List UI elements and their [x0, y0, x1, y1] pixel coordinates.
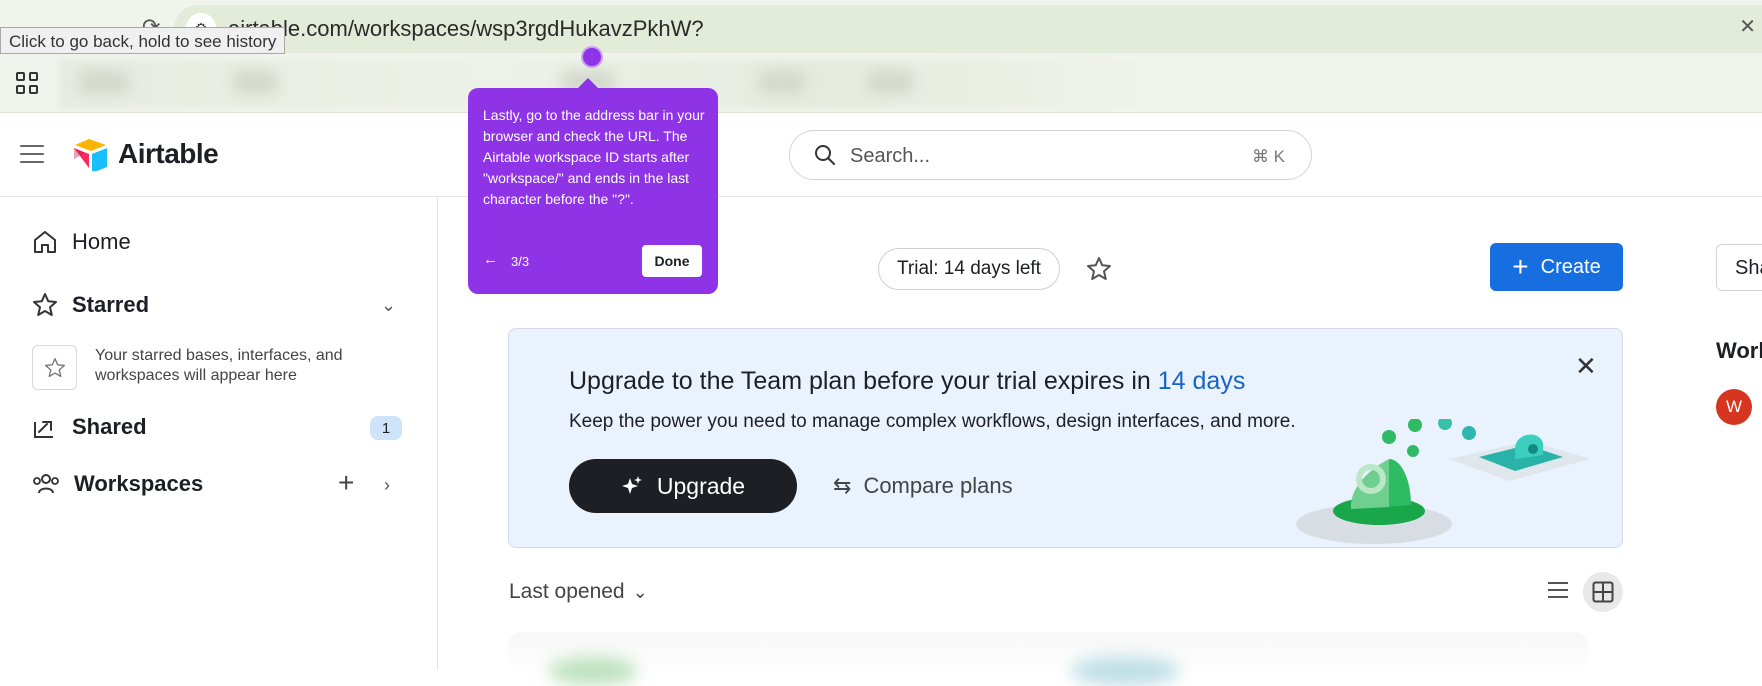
star-outline-icon [44, 357, 65, 377]
home-icon [34, 231, 56, 253]
menu-icon[interactable] [20, 145, 44, 163]
users-icon [33, 474, 59, 494]
create-button[interactable]: + Create [1490, 243, 1623, 291]
share-arrow-icon [34, 421, 53, 438]
search-placeholder: Search... [850, 145, 931, 167]
avatar[interactable]: W [1716, 389, 1752, 425]
guide-popover: Lastly, go to the address bar in your br… [468, 78, 718, 294]
sidebar-item-label: Shared [72, 414, 147, 439]
sidebar-item-home[interactable]: Home [32, 229, 131, 255]
banner-subtitle: Keep the power you need to manage comple… [569, 411, 1296, 432]
trial-badge[interactable]: Trial: 14 days left [878, 248, 1060, 290]
swap-arrows-icon: ⇆ [833, 473, 852, 498]
blurred-bookmark [758, 70, 806, 94]
back-button-tooltip: Click to go back, hold to see history [0, 27, 286, 54]
grid-view-icon[interactable] [1583, 572, 1623, 612]
guide-step-counter: 3/3 [511, 254, 530, 269]
chevron-down-icon[interactable]: ⌄ [381, 295, 396, 316]
guide-pointer-dot [581, 46, 603, 68]
blurred-base-card[interactable] [1070, 656, 1180, 686]
add-workspace-icon[interactable]: + [338, 469, 354, 497]
share-button[interactable]: Sha [1716, 244, 1762, 291]
blurred-bookmark [232, 70, 278, 94]
compare-plans-button[interactable]: ⇆ Compare plans [833, 473, 1013, 499]
app-header: Airtable Search... ⌘ K [0, 113, 1762, 197]
sort-label: Last opened [509, 580, 625, 603]
banner-title-text: Upgrade to the Team plan before your tri… [569, 367, 1158, 395]
banner-illustration [1296, 419, 1591, 544]
airtable-logo[interactable]: Airtable [72, 137, 219, 171]
sidebar-item-label: Home [72, 229, 131, 254]
guide-done-button[interactable]: Done [642, 245, 702, 277]
sidebar-item-starred[interactable]: Starred [32, 292, 149, 318]
clear-url-icon[interactable]: ✕ [1739, 14, 1756, 39]
close-icon[interactable]: ✕ [1575, 353, 1597, 379]
sidebar-item-workspaces[interactable]: Workspaces [32, 471, 203, 497]
create-label: Create [1540, 255, 1601, 278]
empty-starred-placeholder [32, 345, 77, 390]
airtable-logo-icon [74, 139, 107, 171]
base-cards-row [508, 632, 1588, 672]
sort-dropdown[interactable]: Last opened ⌄ [509, 580, 648, 604]
sidebar-item-shared[interactable]: Shared [32, 414, 147, 440]
sidebar: Home Starred ⌄ Your starred bases, inter… [0, 197, 438, 670]
compare-label: Compare plans [863, 473, 1013, 498]
search-icon [815, 145, 835, 165]
blurred-bookmark [78, 70, 130, 94]
search-bar[interactable]: Search... ⌘ K [789, 130, 1312, 180]
chevron-down-icon: ⌄ [632, 581, 648, 602]
sparkle-icon [621, 476, 642, 494]
upgrade-label: Upgrade [656, 472, 746, 499]
plus-icon: + [1512, 251, 1529, 282]
sidebar-item-label: Workspaces [74, 471, 204, 496]
bookmarks-bar [0, 55, 1762, 113]
banner-title-highlight: 14 days [1157, 367, 1246, 395]
upgrade-button[interactable]: Upgrade [569, 459, 797, 513]
star-workspace-icon[interactable] [1086, 256, 1112, 287]
upgrade-banner: Upgrade to the Team plan before your tri… [508, 328, 1623, 548]
apps-grid-icon[interactable] [16, 72, 38, 94]
list-view-icon[interactable] [1546, 578, 1570, 607]
banner-title: Upgrade to the Team plan before your tri… [569, 367, 1245, 396]
sidebar-item-label: Starred [72, 292, 150, 317]
guide-text: Lastly, go to the address bar in your br… [483, 107, 705, 207]
search-shortcut: ⌘ K [1251, 147, 1285, 166]
star-icon [33, 293, 57, 316]
blurred-bookmark [866, 70, 914, 94]
workspace-members-heading: Work [1716, 338, 1762, 363]
chevron-right-icon[interactable]: › [384, 475, 390, 496]
shared-count-badge: 1 [370, 416, 402, 440]
url-text[interactable]: airtable.com/workspaces/wsp3rgdHukavzPkh… [228, 16, 704, 42]
logo-text: Airtable [118, 138, 219, 169]
blurred-base-card[interactable] [548, 656, 638, 686]
starred-empty-text: Your starred bases, interfaces, and work… [95, 347, 343, 384]
guide-back-arrow-icon[interactable]: ← [483, 251, 498, 268]
